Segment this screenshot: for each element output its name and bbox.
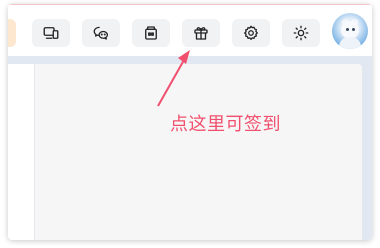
devices-icon (43, 27, 59, 39)
annotation-hint-text: 点这里可签到 (170, 114, 281, 135)
store-icon (145, 26, 157, 40)
partial-button[interactable] (8, 19, 16, 47)
settings-button[interactable] (232, 19, 270, 47)
wechat-button[interactable] (82, 19, 120, 47)
sidebar (8, 64, 34, 240)
app-frame: 点这里可签到 (0, 0, 380, 248)
top-toolbar (8, 4, 372, 56)
gift-button[interactable] (182, 19, 220, 47)
gift-icon (194, 27, 208, 40)
avatar-eye (346, 28, 349, 31)
user-avatar[interactable] (332, 13, 368, 49)
wechat-icon (93, 26, 109, 40)
theme-button[interactable] (282, 19, 320, 47)
sun-icon (293, 25, 309, 41)
gear-icon (244, 25, 258, 40)
main-panel (34, 64, 362, 240)
devices-button[interactable] (32, 19, 70, 47)
avatar-eye (352, 28, 355, 31)
store-button[interactable] (132, 19, 170, 47)
avatar-body (339, 37, 361, 49)
